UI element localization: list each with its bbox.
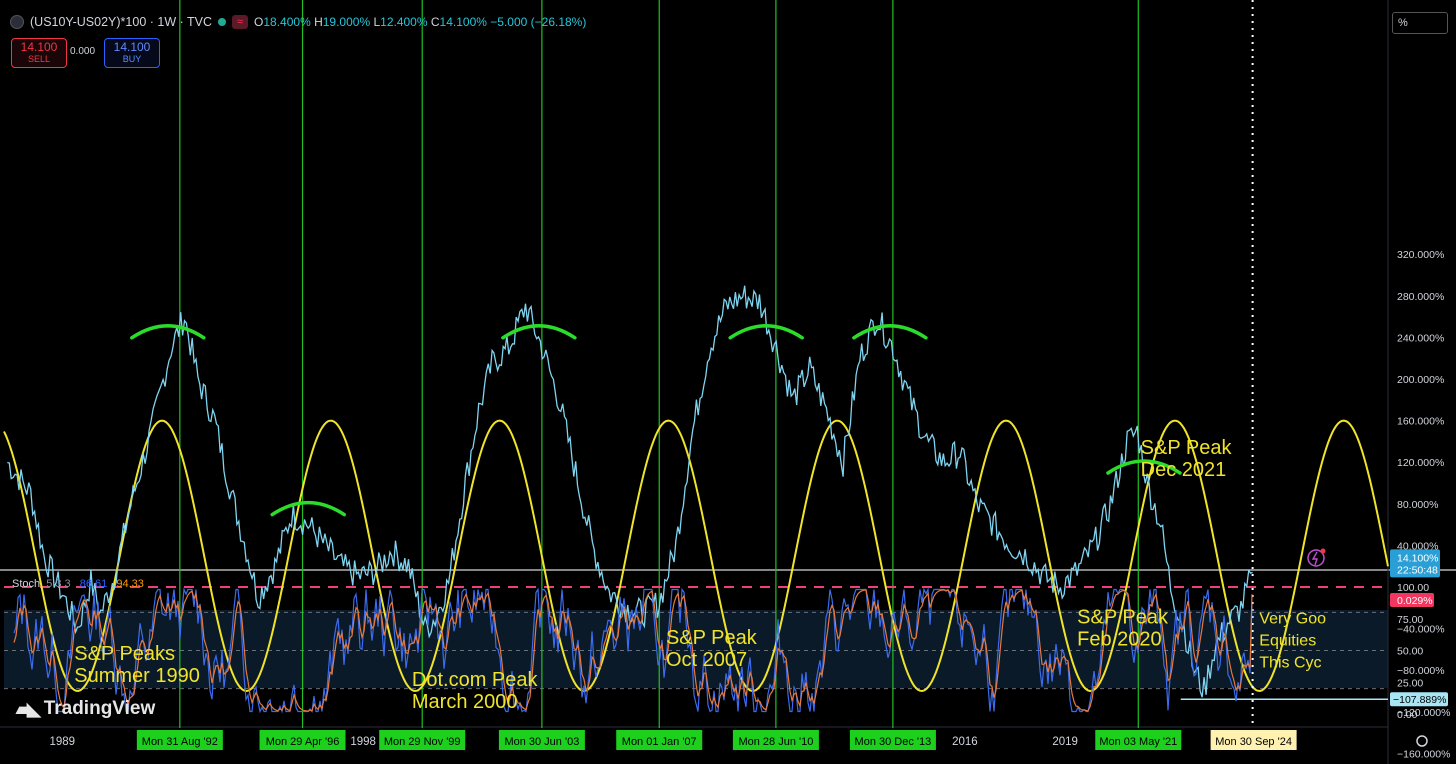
stoch-y-tick-label: 0.00 [1397, 709, 1418, 721]
date-marker-label: Mon 01 Jan '07 [622, 736, 697, 748]
stoch-header[interactable]: Stoch 5 3 3 86.61 94.33 [12, 578, 144, 590]
x-tick-label: 2019 [1052, 736, 1078, 748]
brand-name: TradingView [43, 698, 156, 719]
stoch-k-value: 86.61 [79, 578, 108, 590]
chart-canvas[interactable]: S&P PeaksSummer 1990 Dot.com PeakMarch 20… [0, 0, 1456, 764]
x-tick-label: 1998 [350, 736, 376, 748]
tradingview-logo[interactable]: ▰◣ TradingView [16, 698, 155, 720]
x-tick-label: 2016 [952, 736, 978, 748]
y-tick-label: −160.000% [1397, 748, 1450, 760]
stoch-y-tick-label: 50.00 [1397, 646, 1423, 658]
stoch-params: 5 3 3 [46, 578, 71, 590]
y-tick-label: 80.000% [1397, 499, 1438, 511]
annotation-text: S&P Peak [1141, 437, 1233, 459]
symbol-title[interactable]: (US10Y-US02Y)*100 · 1W · TVC [30, 15, 212, 29]
annotation-text: This Cyc [1259, 654, 1321, 671]
date-marker-label: Mon 30 Jun '03 [504, 736, 579, 748]
y-tick-label: 200.000% [1397, 374, 1444, 386]
wave-icon[interactable]: ≈ [232, 15, 249, 29]
annotation-text: Dot.com Peak [412, 669, 539, 691]
y-tick-label: 240.000% [1397, 332, 1444, 344]
y-tick-label: 320.000% [1397, 249, 1444, 261]
annotation-text: Feb 2020 [1077, 628, 1162, 650]
market-status-icon [218, 18, 227, 26]
stoch-d-value: 94.33 [116, 578, 144, 590]
sell-button[interactable]: 14.100 SELL [11, 38, 67, 68]
annotation-text: Very Goo [1259, 610, 1326, 627]
symbol-icon[interactable] [10, 15, 24, 29]
stoch-name: Stoch [12, 578, 41, 590]
date-marker-label: Mon 29 Apr '96 [266, 736, 340, 748]
change-badge-label: 0.029% [1397, 595, 1433, 607]
annotation-text: Equities [1259, 632, 1316, 649]
date-marker-label: Mon 30 Dec '13 [855, 736, 932, 748]
stoch-y-tick-label: 100.00 [1397, 582, 1429, 594]
y-tick-label: −80.000% [1397, 665, 1445, 677]
price-scale-unit-button[interactable]: % [1392, 12, 1448, 34]
date-marker-label: Mon 31 Aug '92 [142, 736, 218, 748]
annotation-text: March 2000 [412, 691, 518, 713]
date-marker-label: Mon 28 Jun '10 [738, 736, 813, 748]
countdown-label: 22:50:48 [1397, 564, 1438, 576]
current-price-label: 14.100% [1397, 552, 1438, 564]
date-marker-label: Mon 29 Nov '99 [384, 736, 461, 748]
spread-value: 0.000 [70, 46, 96, 57]
alert-dot-icon [1320, 548, 1326, 554]
annotation-text: S&P Peak [666, 627, 758, 649]
cursor-date-label: Mon 30 Sep '24 [1215, 736, 1292, 748]
x-tick-label: 1989 [49, 736, 75, 748]
stoch-y-tick-label: 75.00 [1397, 614, 1423, 626]
ohlc-readout: O18.400% H19.000% L12.400% C14.100% −5.0… [254, 15, 587, 29]
low-badge-label: −107.889% [1393, 694, 1446, 706]
annotation-text: Oct 2007 [666, 649, 747, 671]
chart-header: (US10Y-US02Y)*100 · 1W · TVC ≈ O18.400% … [10, 12, 586, 32]
y-tick-label: 120.000% [1397, 457, 1444, 469]
date-marker-label: Mon 03 May '21 [1099, 736, 1177, 748]
y-tick-label: 280.000% [1397, 291, 1444, 303]
annotation-text: S&P Peak [1077, 606, 1169, 628]
stoch-y-tick-label: 25.00 [1397, 677, 1423, 689]
annotation-text: Dec 2021 [1141, 459, 1227, 481]
annotation-text: S&P Peaks [74, 643, 175, 665]
buy-button[interactable]: 14.100 BUY [104, 38, 160, 68]
annotation-text: Summer 1990 [74, 665, 200, 687]
y-tick-label: 160.000% [1397, 416, 1444, 428]
tradingview-mark-icon: ▰◣ [16, 698, 41, 719]
